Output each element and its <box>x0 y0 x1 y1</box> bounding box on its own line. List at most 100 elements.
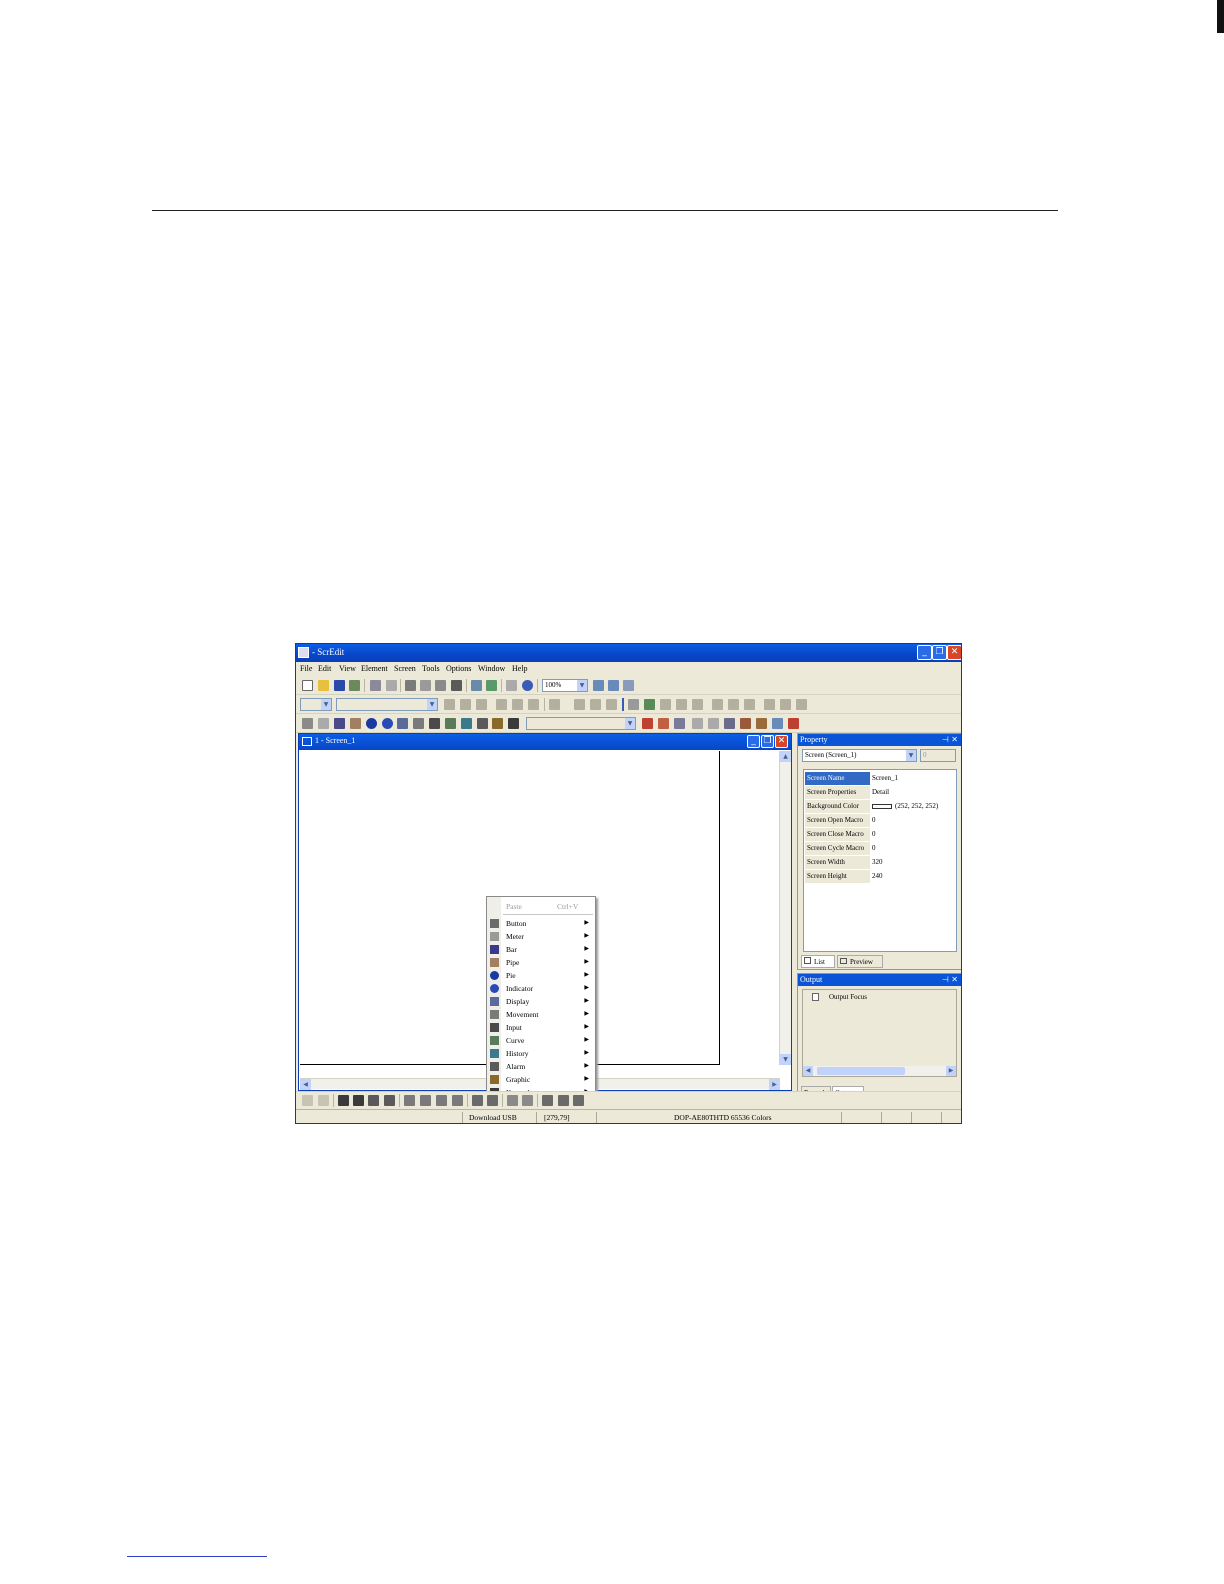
tab-preview[interactable]: Preview <box>837 955 883 968</box>
underline-icon[interactable] <box>606 699 617 710</box>
maximize-button[interactable]: ❐ <box>932 645 947 660</box>
scroll-thumb[interactable] <box>817 1067 905 1075</box>
movement-icon[interactable] <box>413 718 424 729</box>
zoom-select[interactable]: 100% ▼ <box>542 679 588 692</box>
align-top-icon[interactable] <box>496 699 507 710</box>
find-icon[interactable] <box>451 680 462 691</box>
align-top-edge-icon[interactable] <box>436 1095 447 1106</box>
simulate-icon[interactable] <box>772 718 783 729</box>
context-menu-item[interactable]: Graphic ▶ <box>487 1073 595 1086</box>
new-screen-icon[interactable] <box>486 680 497 691</box>
screen-icon[interactable] <box>471 680 482 691</box>
cut-icon[interactable] <box>405 680 416 691</box>
scroll-right-icon[interactable]: ▶ <box>946 1066 956 1076</box>
context-menu-item[interactable]: Meter ▶ <box>487 930 595 943</box>
back-icon[interactable] <box>692 718 703 729</box>
align-left-edge-icon[interactable] <box>404 1095 415 1106</box>
property-row[interactable]: Screen Close Macro 0 <box>804 828 956 841</box>
color-swatch[interactable] <box>872 803 892 809</box>
align-right-icon[interactable] <box>476 699 487 710</box>
context-menu-item[interactable]: Input ▶ <box>487 1021 595 1034</box>
object-selector[interactable]: Screen (Screen_1) ▼ <box>802 749 917 762</box>
make-same-height-icon[interactable] <box>558 1095 569 1106</box>
meter-icon[interactable] <box>318 718 329 729</box>
scroll-down-icon[interactable]: ▼ <box>780 1054 791 1065</box>
bring-front-icon[interactable] <box>660 699 671 710</box>
panel-pin-close-icons[interactable]: ⊣ ✕ <box>942 734 958 746</box>
bar-icon[interactable] <box>334 718 345 729</box>
graphic-icon[interactable] <box>492 718 503 729</box>
layer-back-icon[interactable] <box>353 1095 364 1106</box>
copy-icon[interactable] <box>420 680 431 691</box>
pipe-icon[interactable] <box>350 718 361 729</box>
output-hscrollbar[interactable]: ◀ ▶ <box>803 1066 956 1076</box>
fill-color-icon[interactable] <box>644 699 655 710</box>
property-row[interactable]: Screen Properties Detail <box>804 786 956 799</box>
distribute-h-icon[interactable] <box>507 1095 518 1106</box>
make-same-size-icon[interactable] <box>573 1095 584 1106</box>
layer-down-icon[interactable] <box>384 1095 395 1106</box>
scroll-left-icon[interactable]: ◀ <box>803 1066 813 1076</box>
context-menu-item[interactable]: Movement ▶ <box>487 1008 595 1021</box>
button-icon[interactable] <box>302 718 313 729</box>
same-size-icon[interactable] <box>744 699 755 710</box>
context-menu-item[interactable]: Display ▶ <box>487 995 595 1008</box>
align-left-icon[interactable] <box>444 699 455 710</box>
line-color-icon[interactable] <box>628 699 639 710</box>
send-back-icon[interactable] <box>676 699 687 710</box>
font-size-select[interactable]: ▼ <box>300 698 332 711</box>
scroll-left-icon[interactable]: ◀ <box>300 1079 311 1090</box>
history-icon[interactable] <box>461 718 472 729</box>
indicator-icon[interactable] <box>382 718 393 729</box>
grid-icon[interactable] <box>302 1095 313 1106</box>
zoom-fit-icon[interactable] <box>623 680 634 691</box>
property-row[interactable]: Screen Cycle Macro 0 <box>804 842 956 855</box>
group-icon[interactable] <box>692 699 703 710</box>
layer-front-icon[interactable] <box>338 1095 349 1106</box>
screen-maximize-button[interactable]: ❐ <box>761 735 774 748</box>
zoom-in-icon[interactable] <box>593 680 604 691</box>
element-select[interactable]: ▼ <box>526 717 636 730</box>
zoom-out-icon[interactable] <box>608 680 619 691</box>
align-bottom-edge-icon[interactable] <box>452 1095 463 1106</box>
align-center-icon[interactable] <box>460 699 471 710</box>
context-menu-item[interactable]: Bar ▶ <box>487 943 595 956</box>
align-bottom-icon[interactable] <box>528 699 539 710</box>
close-button[interactable]: ✕ <box>947 645 961 660</box>
forward-icon[interactable] <box>708 718 719 729</box>
property-row[interactable]: Screen Name Screen_1 <box>804 772 956 785</box>
curve-icon[interactable] <box>445 718 456 729</box>
menu-file[interactable]: File <box>300 664 312 673</box>
context-menu-item[interactable]: Curve ▶ <box>487 1034 595 1047</box>
recipe-icon[interactable] <box>674 718 685 729</box>
center-vertical-icon[interactable] <box>487 1095 498 1106</box>
menu-screen[interactable]: Screen <box>394 664 416 673</box>
property-row[interactable]: Screen Height 240 <box>804 870 956 883</box>
tag-icon[interactable] <box>642 718 653 729</box>
menu-tools[interactable]: Tools <box>422 664 440 673</box>
menu-element[interactable]: Element <box>361 664 388 673</box>
menu-options[interactable]: Options <box>446 664 471 673</box>
context-menu-item[interactable]: Button ▶ <box>487 917 595 930</box>
connect-icon[interactable] <box>658 718 669 729</box>
context-menu-item[interactable]: History ▶ <box>487 1047 595 1060</box>
output-focus-item[interactable]: Output Focus <box>829 993 867 1001</box>
paste-icon[interactable] <box>435 680 446 691</box>
tab-list[interactable]: List <box>801 955 835 968</box>
center-icon[interactable] <box>796 699 807 710</box>
download-icon[interactable] <box>740 718 751 729</box>
context-menu-item[interactable]: Alarm ▶ <box>487 1060 595 1073</box>
display-icon[interactable] <box>397 718 408 729</box>
new-icon[interactable] <box>302 680 313 691</box>
center-horizontal-icon[interactable] <box>472 1095 483 1106</box>
vertical-scrollbar[interactable]: ▲ ▼ <box>779 751 791 1065</box>
save-icon[interactable] <box>334 680 345 691</box>
compile-icon[interactable] <box>724 718 735 729</box>
property-row[interactable]: Background Color (252, 252, 252) <box>804 800 956 813</box>
scroll-up-icon[interactable]: ▲ <box>780 751 791 762</box>
print-icon[interactable] <box>506 680 517 691</box>
distribute-v-icon[interactable] <box>522 1095 533 1106</box>
minimize-button[interactable]: _ <box>917 645 932 660</box>
snap-icon[interactable] <box>318 1095 329 1106</box>
menu-view[interactable]: View <box>339 664 356 673</box>
